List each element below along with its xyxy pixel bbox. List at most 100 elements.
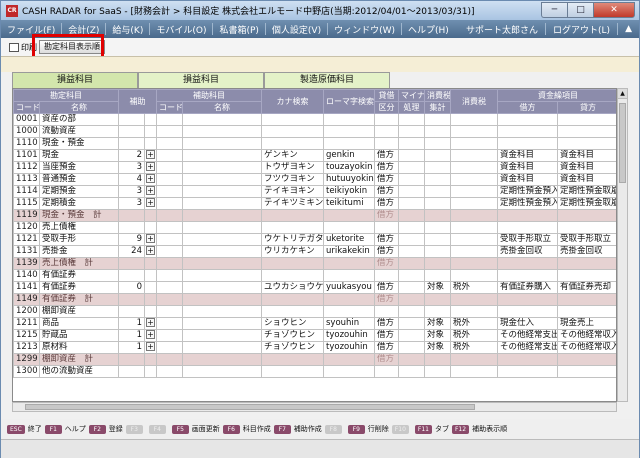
romaji-search-cell[interactable] <box>323 209 375 222</box>
cashflow-credit-cell[interactable]: 定期性預金取崩 <box>557 185 616 198</box>
consumption-tax-cell[interactable] <box>450 245 498 258</box>
tax-aggregate-cell[interactable] <box>424 257 451 270</box>
cashflow-credit-cell[interactable]: その他経常収入 <box>557 341 616 354</box>
tax-aggregate-cell[interactable] <box>424 161 451 174</box>
code-cell[interactable]: 1101 <box>13 149 40 162</box>
sub-add-cell[interactable] <box>144 269 157 282</box>
minus-process-cell[interactable] <box>398 257 425 270</box>
cashflow-credit-cell[interactable]: 受取手形取立 <box>557 233 616 246</box>
code-cell[interactable]: 1213 <box>13 341 40 354</box>
code-cell[interactable]: 1131 <box>13 245 40 258</box>
table-row[interactable]: 1114 定期預金 3 + テイキヨキン teikiyokin 借方 定期性預金預入 定期性預金… <box>13 185 616 198</box>
cashflow-debit-cell[interactable]: 現金仕入 <box>497 317 558 330</box>
sub-code-cell[interactable] <box>156 185 183 198</box>
account-name-cell[interactable]: 売上債権 計 <box>39 257 119 270</box>
cashflow-debit-cell[interactable]: 定期性預金預入 <box>497 185 558 198</box>
minus-process-cell[interactable] <box>398 365 425 378</box>
table-row[interactable]: 1120 売上債権 <box>13 221 616 234</box>
kana-search-cell[interactable]: ゲンキン <box>261 149 324 162</box>
account-name-cell[interactable]: 現金 <box>39 149 119 162</box>
cashflow-debit-cell[interactable]: 有価証券購入 <box>497 281 558 294</box>
minus-process-cell[interactable] <box>398 233 425 246</box>
romaji-search-cell[interactable] <box>323 113 375 126</box>
minus-process-cell[interactable] <box>398 185 425 198</box>
table-row[interactable]: 1113 普通預金 4 + フツウヨキン hutuuyokin 借方 資金科目 資金科目 <box>13 173 616 186</box>
romaji-search-cell[interactable]: yuukasyou <box>323 281 375 294</box>
minus-process-cell[interactable] <box>398 137 425 150</box>
fkey-f11[interactable]: F11 タブ <box>414 424 449 434</box>
sub-code-cell[interactable] <box>156 209 183 222</box>
sub-add-cell[interactable] <box>144 137 157 150</box>
table-row[interactable]: 1110 現金・預金 <box>13 137 616 150</box>
romaji-search-cell[interactable]: genkin <box>323 149 375 162</box>
account-name-cell[interactable]: 当座預金 <box>39 161 119 174</box>
tax-aggregate-cell[interactable] <box>424 269 451 282</box>
cashflow-credit-cell[interactable] <box>557 137 616 150</box>
table-row[interactable]: 1140 有価証券 <box>13 269 616 282</box>
sub-code-cell[interactable] <box>156 233 183 246</box>
sub-count-cell[interactable] <box>118 209 145 222</box>
sub-add-cell[interactable]: + <box>144 245 157 258</box>
consumption-tax-cell[interactable] <box>450 173 498 186</box>
sub-count-cell[interactable] <box>118 125 145 138</box>
fkey-f7[interactable]: F7 補助作成 <box>273 424 322 434</box>
tax-aggregate-cell[interactable]: 対象 <box>424 329 451 342</box>
sub-name-cell[interactable] <box>182 329 262 342</box>
consumption-tax-cell[interactable]: 税外 <box>450 281 498 294</box>
debit-credit-division-cell[interactable]: 借方 <box>374 209 399 222</box>
sub-add-cell[interactable] <box>144 365 157 378</box>
kana-search-cell[interactable] <box>261 221 324 234</box>
consumption-tax-cell[interactable] <box>450 365 498 378</box>
sub-add-cell[interactable] <box>144 221 157 234</box>
sub-count-cell[interactable]: 3 <box>118 185 145 198</box>
consumption-tax-cell[interactable]: 税外 <box>450 317 498 330</box>
debit-credit-division-cell[interactable]: 借方 <box>374 317 399 330</box>
romaji-search-cell[interactable]: uketorite <box>323 233 375 246</box>
tax-aggregate-cell[interactable]: 対象 <box>424 317 451 330</box>
sub-add-cell[interactable]: + <box>144 341 157 354</box>
consumption-tax-cell[interactable] <box>450 137 498 150</box>
account-name-cell[interactable]: 貯蔵品 <box>39 329 119 342</box>
cashflow-credit-cell[interactable] <box>557 125 616 138</box>
sub-name-cell[interactable] <box>182 113 262 126</box>
expand-plus-icon[interactable]: + <box>146 150 155 159</box>
account-name-cell[interactable]: 現金・預金 計 <box>39 209 119 222</box>
expand-plus-icon[interactable]: + <box>146 162 155 171</box>
tax-aggregate-cell[interactable] <box>424 221 451 234</box>
cashflow-debit-cell[interactable]: 資金科目 <box>497 161 558 174</box>
cashflow-debit-cell[interactable]: 資金科目 <box>497 149 558 162</box>
table-row[interactable]: 1112 当座預金 3 + トウザヨキン touzayokin 借方 資金科目 資金科目 <box>13 161 616 174</box>
sub-count-cell[interactable] <box>118 137 145 150</box>
tax-aggregate-cell[interactable] <box>424 197 451 210</box>
romaji-search-cell[interactable] <box>323 305 375 318</box>
table-row[interactable]: 1000 流動資産 <box>13 125 616 138</box>
code-cell[interactable]: 1121 <box>13 233 40 246</box>
consumption-tax-cell[interactable]: 税外 <box>450 341 498 354</box>
expand-plus-icon[interactable]: + <box>146 318 155 327</box>
cashflow-credit-cell[interactable] <box>557 257 616 270</box>
account-name-cell[interactable]: 有価証券 <box>39 281 119 294</box>
cashflow-credit-cell[interactable]: 現金売上 <box>557 317 616 330</box>
table-row[interactable]: 0001 資産の部 <box>13 113 616 126</box>
sub-name-cell[interactable] <box>182 293 262 306</box>
kana-search-cell[interactable] <box>261 137 324 150</box>
tax-aggregate-cell[interactable] <box>424 137 451 150</box>
consumption-tax-cell[interactable] <box>450 233 498 246</box>
romaji-search-cell[interactable]: hutuuyokin <box>323 173 375 186</box>
sub-code-cell[interactable] <box>156 221 183 234</box>
code-cell[interactable]: 1149 <box>13 293 40 306</box>
cashflow-credit-cell[interactable]: 資金科目 <box>557 161 616 174</box>
romaji-search-cell[interactable]: teikiyokin <box>323 185 375 198</box>
subtotal-row[interactable]: 1149 有価証券 計 借方 <box>13 293 616 306</box>
menu-personal-settings[interactable]: 個人設定(V) <box>266 23 327 36</box>
cashflow-debit-cell[interactable] <box>497 305 558 318</box>
debit-credit-division-cell[interactable] <box>374 221 399 234</box>
cashflow-debit-cell[interactable] <box>497 293 558 306</box>
sub-count-cell[interactable] <box>118 365 145 378</box>
sub-add-cell[interactable] <box>144 305 157 318</box>
expand-plus-icon[interactable]: + <box>146 234 155 243</box>
cashflow-credit-cell[interactable] <box>557 221 616 234</box>
code-cell[interactable]: 0001 <box>13 113 40 126</box>
minus-process-cell[interactable] <box>398 305 425 318</box>
sub-count-cell[interactable]: 3 <box>118 197 145 210</box>
